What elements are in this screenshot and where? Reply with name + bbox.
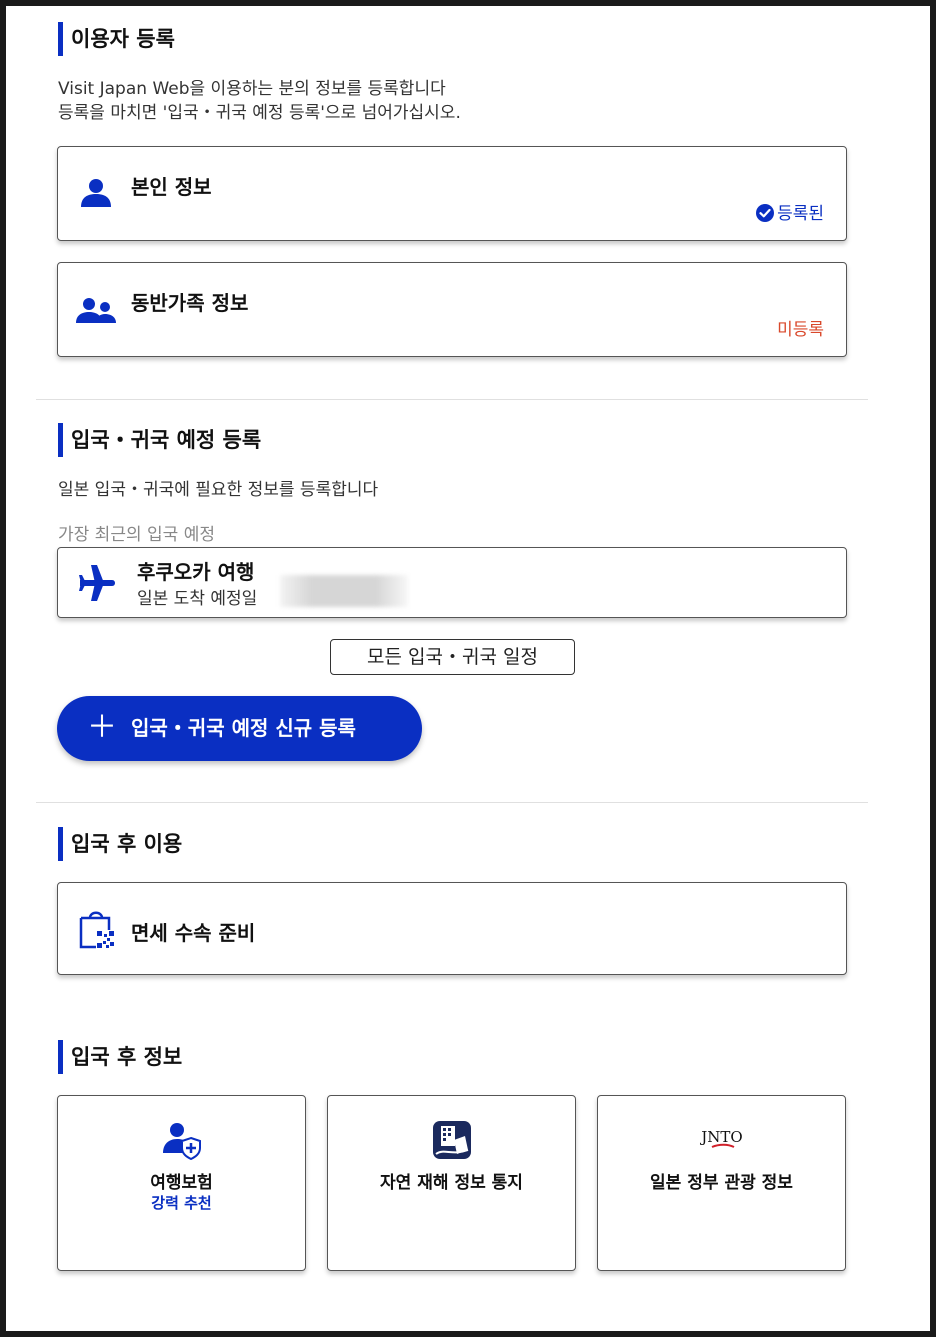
jnto-logo-icon: JNTO	[692, 1120, 752, 1160]
japan-tourism-label: 일본 정부 관광 정보	[650, 1173, 793, 1193]
people-icon	[74, 293, 118, 325]
new-entry-registration-label: 입국・귀국 예정 신규 등록	[131, 716, 356, 740]
person-icon	[78, 177, 114, 209]
arrival-date-redacted	[280, 575, 408, 607]
section-heading-entry-plan: 입국・귀국 예정 등록	[58, 423, 261, 457]
section-heading-user-registration: 이용자 등록	[58, 22, 175, 56]
tax-free-card[interactable]: 면세 수속 준비	[57, 882, 847, 975]
companion-info-title: 동반가족 정보	[131, 291, 249, 315]
status-badge: 등록된	[756, 199, 824, 227]
travel-insurance-sub: 강력 추천	[151, 1194, 212, 1212]
trip-title: 후쿠오카 여행	[137, 560, 255, 584]
companion-info-card[interactable]: 동반가족 정보 미등록	[57, 262, 847, 357]
section-divider	[36, 802, 868, 803]
user-registration-desc-line2: 등록을 마치면 '입국・귀국 예정 등록'으로 넘어가십시오.	[58, 103, 461, 123]
check-circle-icon	[756, 204, 775, 227]
user-registration-desc-line1: Visit Japan Web을 이용하는 분의 정보를 등록합니다	[58, 79, 446, 99]
new-entry-registration-button[interactable]: ＋ 입국・귀국 예정 신규 등록	[57, 696, 422, 761]
self-info-title: 본인 정보	[131, 175, 212, 199]
section-heading-after-entry-use: 입국 후 이용	[58, 827, 182, 861]
page: 이용자 등록 Visit Japan Web을 이용하는 분의 정보를 등록합니…	[6, 6, 930, 1331]
plus-icon: ＋	[87, 710, 117, 745]
trip-card[interactable]: 후쿠오카 여행 일본 도착 예정일	[57, 547, 847, 618]
companion-info-status: 미등록	[777, 320, 824, 340]
section-divider	[36, 399, 868, 400]
entry-plan-desc: 일본 입국・귀국에 필요한 정보를 등록합니다	[58, 480, 379, 500]
airplane-icon	[76, 563, 116, 603]
arrival-date-label: 일본 도착 예정일	[137, 589, 258, 609]
self-info-status: 등록된	[777, 204, 824, 224]
japan-tourism-tile[interactable]: JNTO 일본 정부 관광 정보	[597, 1095, 846, 1271]
svg-text:JNTO: JNTO	[699, 1128, 742, 1146]
shopping-bag-qr-icon	[78, 908, 118, 950]
disaster-app-icon	[432, 1120, 472, 1160]
insurance-shield-icon	[162, 1120, 202, 1161]
section-heading-after-entry-info: 입국 후 정보	[58, 1040, 182, 1074]
disaster-info-label: 자연 재해 정보 통지	[380, 1173, 523, 1193]
travel-insurance-label: 여행보험	[150, 1173, 213, 1193]
recent-entry-label: 가장 최근의 입국 예정	[58, 525, 215, 545]
self-info-card[interactable]: 본인 정보 등록된	[57, 146, 847, 241]
tax-free-title: 면세 수속 준비	[131, 921, 256, 945]
disaster-info-tile[interactable]: 자연 재해 정보 통지	[327, 1095, 576, 1271]
all-schedules-button[interactable]: 모든 입국・귀국 일정	[330, 639, 575, 675]
travel-insurance-tile[interactable]: 여행보험 강력 추천	[57, 1095, 306, 1271]
